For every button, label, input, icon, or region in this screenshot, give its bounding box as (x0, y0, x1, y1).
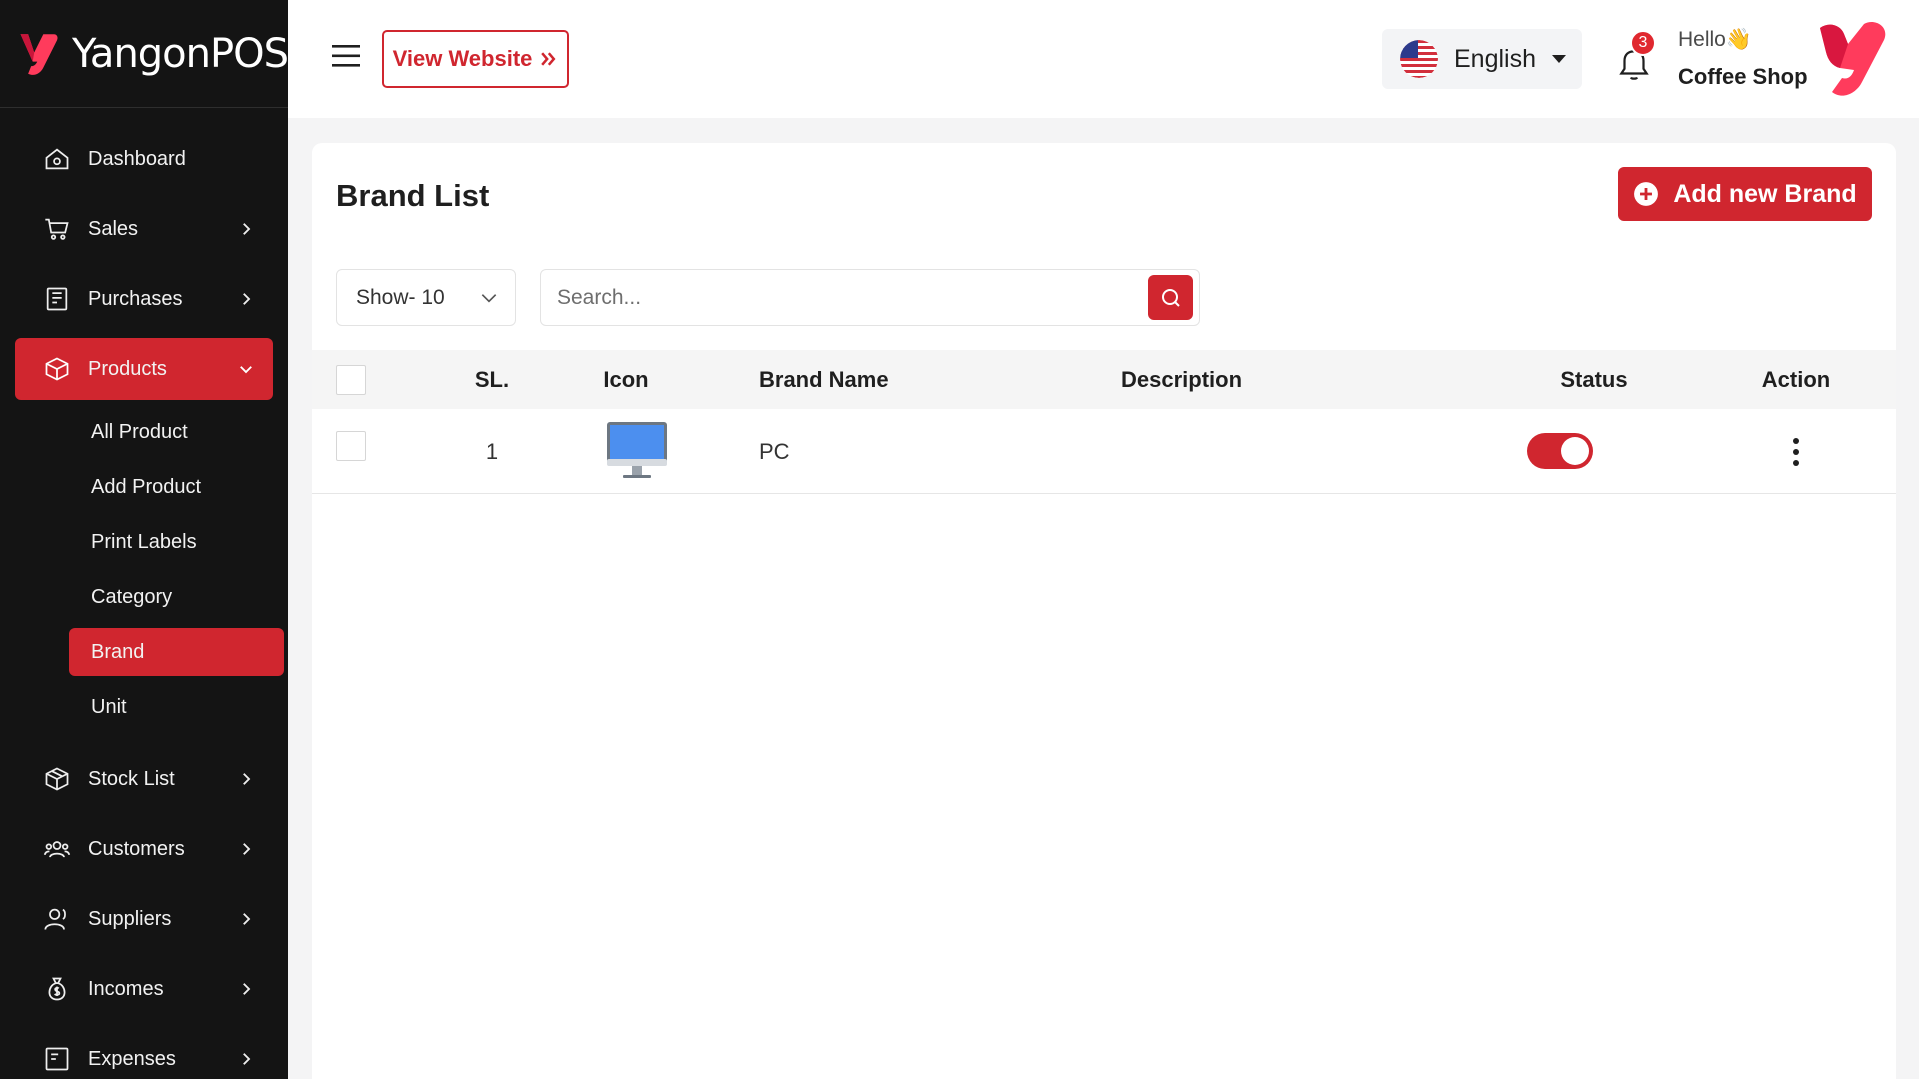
sidebar-item-label: Incomes (88, 977, 164, 1000)
notification-badge: 3 (1630, 30, 1656, 56)
sidebar-item-stock-list[interactable]: Stock List (15, 748, 273, 810)
double-chevron-right-icon (541, 52, 556, 66)
row-sl: 1 (485, 439, 499, 464)
chevron-down-icon (240, 366, 252, 374)
sidebar-item-label: Products (88, 357, 167, 380)
package-icon (42, 764, 72, 794)
column-header-description: Description (1121, 367, 1243, 392)
search-box (540, 269, 1200, 326)
sidebar-item-products[interactable]: Products (15, 338, 273, 400)
chevron-right-icon (243, 293, 251, 305)
language-selector[interactable]: English (1382, 29, 1582, 89)
hamburger-menu-icon[interactable] (332, 44, 362, 68)
row-checkbox[interactable] (336, 431, 366, 461)
products-submenu: All Product Add Product Print Labels Cat… (0, 408, 288, 748)
select-all-checkbox[interactable] (336, 365, 366, 395)
column-header-brand-name: Brand Name (759, 367, 889, 392)
table-header: SL. Icon Brand Name Description Status A… (312, 350, 1896, 409)
yangon-logo-icon (20, 33, 58, 75)
chevron-right-icon (243, 913, 251, 925)
cart-icon (42, 214, 72, 244)
sidebar-item-purchases[interactable]: Purchases (15, 268, 273, 330)
box-icon (42, 354, 72, 384)
page-size-value: Show- 10 (356, 285, 445, 309)
row-brand-name: PC (759, 439, 790, 464)
submenu-label: Unit (91, 695, 127, 718)
submenu-item-all-product[interactable]: All Product (69, 408, 284, 456)
chevron-right-icon (243, 773, 251, 785)
submenu-label: Brand (91, 640, 145, 663)
chevron-right-icon (243, 843, 251, 855)
logo[interactable]: YangonPOS (0, 0, 288, 108)
brand-list-card: Brand List Add new Brand Show- 10 SL. Ic… (312, 143, 1896, 1079)
submenu-label: Print Labels (91, 530, 197, 553)
users-icon (42, 834, 72, 864)
supplier-icon (42, 904, 72, 934)
view-website-label: View Website (392, 46, 533, 71)
sidebar-item-label: Customers (88, 837, 185, 860)
app-name: YangonPOS (72, 30, 288, 77)
sidebar-item-sales[interactable]: Sales (15, 198, 273, 260)
chevron-right-icon (243, 223, 251, 235)
caret-down-icon (1552, 55, 1566, 63)
row-actions-menu-icon[interactable] (1784, 435, 1808, 469)
sidebar: YangonPOS Dashboard Sales Purchases Prod… (0, 0, 288, 1079)
expense-icon (42, 1044, 72, 1074)
page-title: Brand List (336, 178, 490, 213)
language-label: English (1454, 44, 1536, 73)
toggle-knob (1561, 437, 1589, 465)
sidebar-item-label: Purchases (88, 287, 183, 310)
search-button[interactable] (1148, 275, 1193, 320)
status-toggle[interactable] (1527, 433, 1593, 469)
sidebar-item-label: Suppliers (88, 907, 172, 930)
home-icon (42, 144, 72, 174)
submenu-item-add-product[interactable]: Add Product (69, 463, 284, 511)
search-icon (1161, 288, 1180, 307)
column-header-status: Status (1560, 367, 1628, 392)
sidebar-item-customers[interactable]: Customers (15, 818, 273, 880)
money-bag-icon (42, 974, 72, 1004)
plus-circle-icon (1634, 182, 1659, 206)
receipt-icon (42, 284, 72, 314)
chevron-right-icon (243, 983, 251, 995)
submenu-item-unit[interactable]: Unit (69, 683, 284, 731)
submenu-item-category[interactable]: Category (69, 573, 284, 621)
sidebar-item-dashboard[interactable]: Dashboard (15, 128, 273, 190)
avatar[interactable] (1818, 20, 1890, 98)
submenu-label: Add Product (91, 475, 202, 498)
column-header-sl: SL. (474, 367, 510, 392)
search-input[interactable] (541, 270, 1141, 325)
page-size-select[interactable]: Show- 10 (336, 269, 516, 326)
chevron-down-icon (481, 294, 497, 303)
table-row: 1 PC (312, 409, 1896, 494)
submenu-label: All Product (91, 420, 188, 443)
add-new-brand-button[interactable]: Add new Brand (1618, 167, 1872, 221)
sidebar-item-label: Expenses (88, 1047, 176, 1070)
us-flag-icon (1400, 40, 1438, 78)
greeting-text: Hello👋 (1678, 28, 1753, 51)
column-header-icon: Icon (603, 367, 649, 392)
submenu-item-brand[interactable]: Brand (69, 628, 284, 676)
view-website-button[interactable]: View Website (382, 30, 569, 88)
sidebar-item-suppliers[interactable]: Suppliers (15, 888, 273, 950)
submenu-label: Category (91, 585, 173, 608)
sidebar-item-label: Stock List (88, 767, 175, 790)
sidebar-item-label: Sales (88, 217, 139, 240)
sidebar-item-incomes[interactable]: Incomes (15, 958, 273, 1020)
sidebar-item-expenses[interactable]: Expenses (15, 1028, 273, 1079)
chevron-right-icon (243, 1053, 251, 1065)
monitor-icon (607, 422, 667, 478)
submenu-item-print-labels[interactable]: Print Labels (69, 518, 284, 566)
user-name: Coffee Shop (1678, 64, 1808, 89)
add-new-brand-label: Add new Brand (1673, 179, 1857, 208)
sidebar-item-label: Dashboard (88, 147, 186, 170)
top-header: View Website English 3 Hello👋 Coffee Sho… (288, 0, 1919, 118)
column-header-action: Action (1761, 367, 1831, 392)
